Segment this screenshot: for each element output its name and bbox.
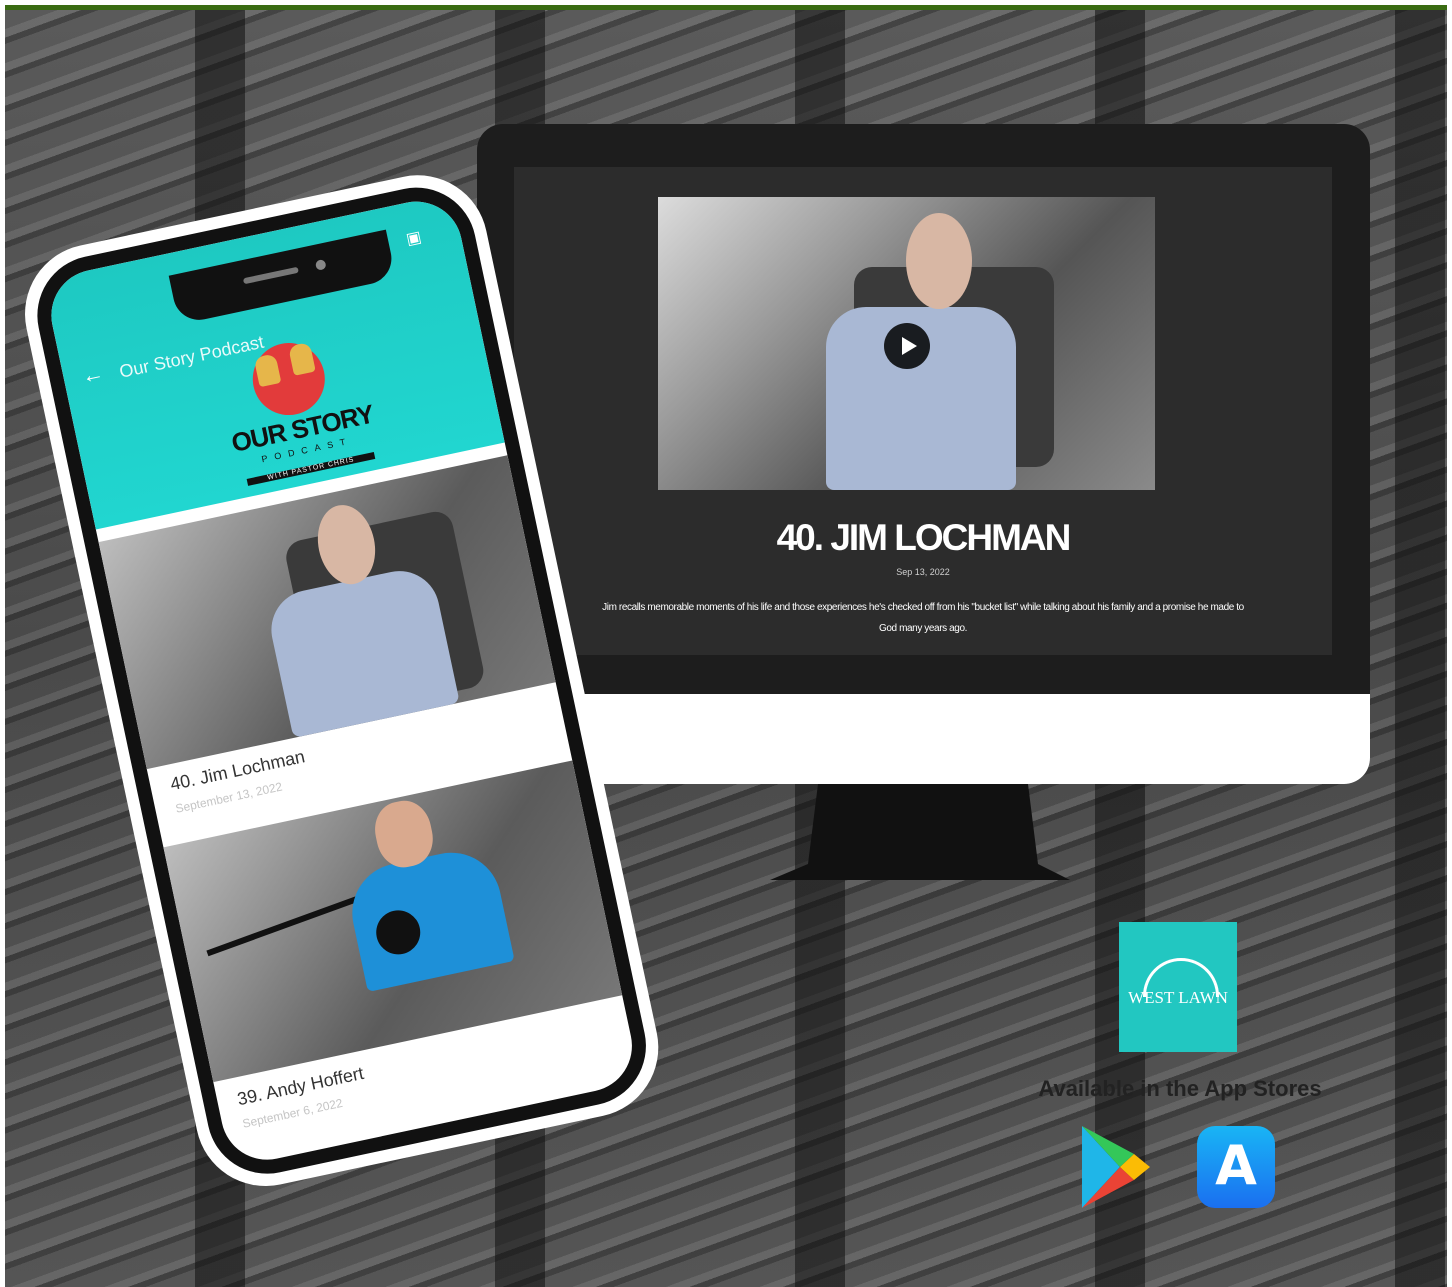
google-play-icon[interactable] bbox=[1080, 1124, 1152, 1210]
back-arrow-icon[interactable]: ← bbox=[79, 360, 106, 390]
monitor-stand bbox=[770, 784, 1070, 880]
available-text: Available in the App Stores bbox=[1038, 1076, 1322, 1101]
man-head bbox=[906, 213, 972, 309]
front-camera bbox=[314, 258, 327, 271]
episode-title: 40. JIM LOCHMAN bbox=[776, 517, 1072, 558]
west-lawn-text: WEST LAWN bbox=[1128, 988, 1228, 1007]
monitor-screen: 40. JIM LOCHMAN Sep 13, 2022 Jim recalls… bbox=[514, 167, 1332, 655]
promo-graphic: 40. JIM LOCHMAN Sep 13, 2022 Jim recalls… bbox=[0, 0, 1452, 1287]
episode-description: Jim recalls memorable moments of his lif… bbox=[602, 602, 1244, 634]
episode-thumbnail[interactable] bbox=[163, 760, 623, 1083]
episode-video[interactable] bbox=[658, 197, 1155, 490]
microphone-icon bbox=[288, 341, 316, 376]
play-icon[interactable] bbox=[884, 323, 930, 369]
west-lawn-logo: WEST LAWN bbox=[1119, 922, 1237, 1052]
monitor-chin bbox=[477, 694, 1370, 784]
app-store-icon[interactable]: A bbox=[1197, 1126, 1275, 1208]
speaker-grille bbox=[242, 266, 299, 285]
chat-icon[interactable]: ▣ bbox=[404, 227, 423, 250]
desktop-monitor: 40. JIM LOCHMAN Sep 13, 2022 Jim recalls… bbox=[477, 124, 1370, 784]
man-shirt bbox=[343, 843, 515, 992]
episode-date: Sep 13, 2022 bbox=[896, 567, 950, 577]
